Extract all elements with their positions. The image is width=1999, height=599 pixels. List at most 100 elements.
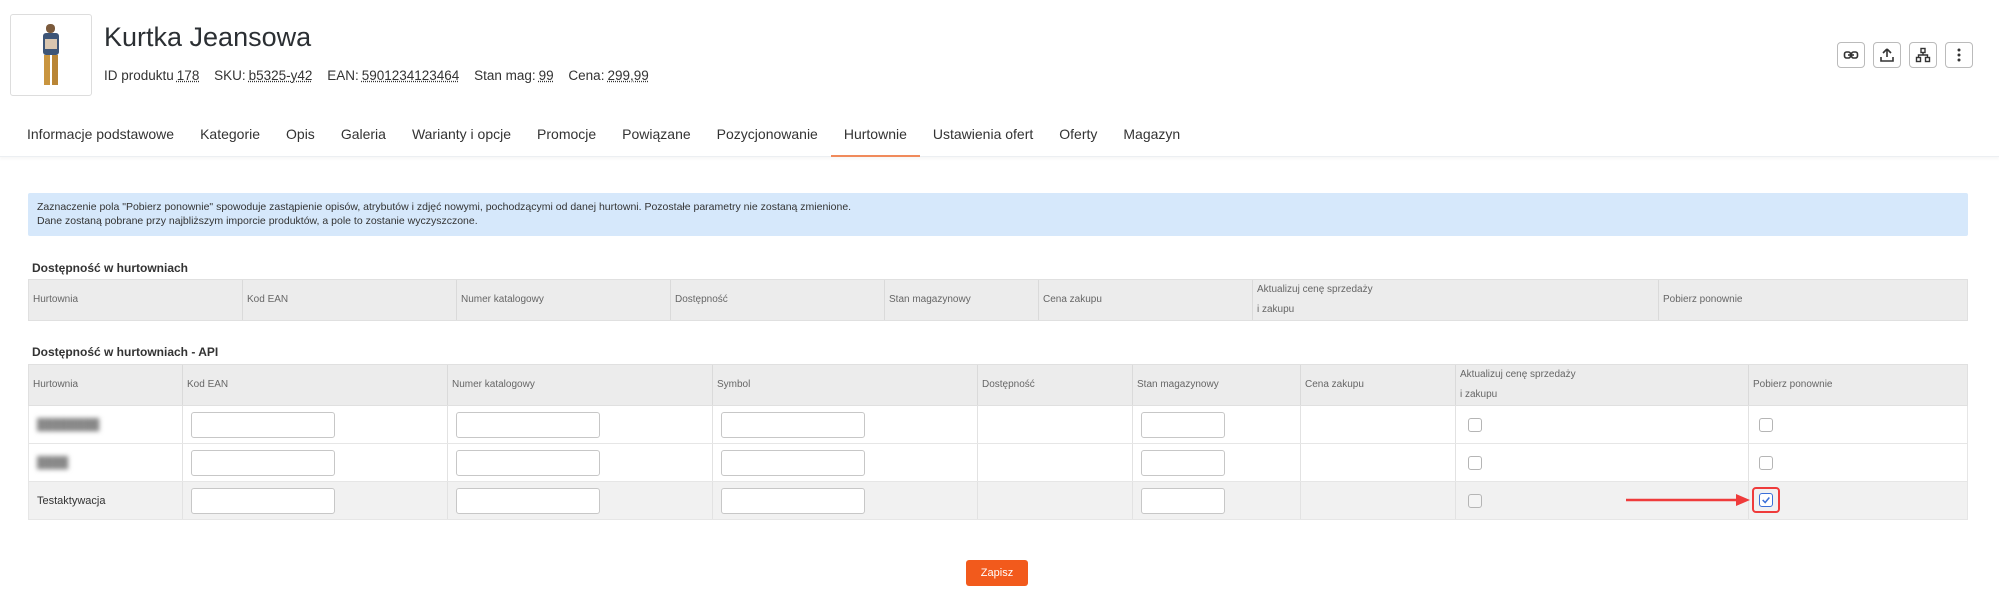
product-meta: ID produktu 178 SKU: b5325-y42 EAN: 5901234… [104, 68, 660, 83]
meta-value-id: 178 [176, 68, 200, 83]
t1-col-pobierz: Pobierz ponownie [1663, 294, 1743, 305]
row-name-redacted: ████ [37, 456, 69, 469]
ean-input[interactable] [191, 487, 335, 514]
row-name-cell: ████████ [29, 406, 183, 443]
symbol-input[interactable] [721, 411, 865, 438]
meta-value-price: 299,99 [607, 68, 649, 83]
update-price-cell [1456, 406, 1749, 443]
t2-col-stan: Stan magazynowy [1133, 365, 1301, 405]
tab-informacje[interactable]: Informacje podstawowe [14, 118, 187, 157]
fetch-again-checkbox[interactable] [1759, 455, 1773, 470]
update-price-checkbox[interactable] [1468, 493, 1482, 508]
tab-hurtownie[interactable]: Hurtownie [830, 118, 920, 157]
product-image [43, 24, 59, 85]
symbol-input[interactable] [721, 487, 865, 514]
purchase-price-cell [1301, 406, 1456, 443]
t1-col-stan: Stan magazynowy [885, 280, 1039, 320]
tab-opis[interactable]: Opis [273, 118, 328, 157]
upload-button[interactable] [1873, 42, 1901, 68]
meta-label-sku: SKU: [214, 68, 246, 83]
meta-value-ean: 5901234123464 [361, 68, 460, 83]
catalog-number-input[interactable] [456, 487, 600, 514]
ean-cell [183, 444, 448, 481]
t1-col-aktualizuj-wrap: Aktualizuj cenę sprzedaży i zakupu [1253, 280, 1659, 320]
link-button[interactable] [1837, 42, 1865, 68]
fetch-again-checkbox-checked[interactable] [1759, 493, 1773, 507]
link-icon [1843, 51, 1859, 59]
tab-promocje[interactable]: Promocje [524, 118, 609, 157]
availability-cell [978, 444, 1133, 481]
update-price-checkbox[interactable] [1468, 455, 1482, 470]
row-name: Testaktywacja [37, 494, 106, 507]
tab-oferty[interactable]: Oferty [1046, 118, 1110, 157]
highlight-box [1752, 487, 1780, 513]
stock-input[interactable] [1141, 449, 1225, 476]
t1-col-dostepnosc: Dostępność [671, 280, 885, 320]
check-icon [1762, 497, 1770, 504]
fetch-again-cell [1749, 482, 1969, 519]
tab-ustawienia-ofert[interactable]: Ustawienia ofert [920, 118, 1046, 157]
stock-cell [1133, 482, 1301, 519]
update-price-checkbox[interactable] [1468, 417, 1482, 432]
meta-label-stock: Stan mag: [474, 68, 536, 83]
sitemap-icon [1915, 47, 1931, 63]
symbol-cell [713, 406, 978, 443]
availability-cell [978, 406, 1133, 443]
info-line-1: Zaznaczenie pola "Pobierz ponownie" spow… [37, 201, 852, 213]
header-actions [1837, 42, 1973, 68]
fetch-again-cell [1749, 406, 1969, 443]
catalog-cell [448, 406, 713, 443]
table2-header: Hurtownia Kod EAN Numer katalogowy Symbo… [28, 364, 1968, 406]
tab-bar: Informacje podstawowe Kategorie Opis Gal… [0, 118, 1999, 157]
t2-col-pobierz: Pobierz ponownie [1753, 379, 1833, 390]
meta-value-stock: 99 [538, 68, 554, 83]
t1-col-cena: Cena zakupu [1039, 280, 1253, 320]
symbol-input[interactable] [721, 449, 865, 476]
tab-pozycjonowanie[interactable]: Pozycjonowanie [704, 118, 831, 157]
table1-header: Hurtownia Kod EAN Numer katalogowy Dostę… [28, 279, 1968, 321]
tab-kategorie[interactable]: Kategorie [187, 118, 273, 157]
t2-col-ean: Kod EAN [183, 365, 448, 405]
catalog-cell [448, 444, 713, 481]
availability-cell [978, 482, 1133, 519]
ean-cell [183, 482, 448, 519]
t2-col-katalog: Numer katalogowy [448, 365, 713, 405]
tab-warianty[interactable]: Warianty i opcje [399, 118, 524, 157]
table-row: ████████ [28, 406, 1968, 444]
tab-powiazane[interactable]: Powiązane [609, 118, 704, 157]
more-vertical-icon [1957, 48, 1961, 62]
info-line-2: Dane zostaną pobrane przy najbliższym im… [37, 215, 478, 227]
stock-input[interactable] [1141, 411, 1225, 438]
ean-cell [183, 406, 448, 443]
more-button[interactable] [1945, 42, 1973, 68]
table1-title: Dostępność w hurtowniach [28, 255, 1968, 282]
product-title: Kurtka Jeansowa [104, 22, 312, 52]
stock-input[interactable] [1141, 487, 1225, 514]
t2-col-aktualizuj-wrap: Aktualizuj cenę sprzedaży i zakupu [1456, 365, 1749, 405]
tab-galeria[interactable]: Galeria [328, 118, 399, 157]
purchase-price-cell [1301, 444, 1456, 481]
fetch-again-checkbox[interactable] [1759, 417, 1773, 432]
row-name-cell: ████ [29, 444, 183, 481]
fetch-again-cell [1749, 444, 1969, 481]
catalog-number-input[interactable] [456, 449, 600, 476]
table2-title: Dostępność w hurtowniach - API [28, 339, 1968, 366]
save-button[interactable]: Zapisz [966, 560, 1028, 586]
info-box: Zaznaczenie pola "Pobierz ponownie" spow… [28, 193, 1968, 236]
ean-input[interactable] [191, 411, 335, 438]
row-name-redacted: ████████ [37, 418, 100, 431]
t1-col-aktualizuj: Aktualizuj cenę sprzedaży i zakupu [1257, 284, 1373, 315]
catalog-cell [448, 482, 713, 519]
meta-label-ean: EAN: [327, 68, 359, 83]
sitemap-button[interactable] [1909, 42, 1937, 68]
t1-col-ean: Kod EAN [243, 280, 457, 320]
t2-col-cena: Cena zakupu [1301, 365, 1456, 405]
purchase-price-cell [1301, 482, 1456, 519]
product-thumbnail[interactable] [10, 14, 92, 96]
upload-icon [1880, 48, 1894, 62]
stock-cell [1133, 406, 1301, 443]
catalog-number-input[interactable] [456, 411, 600, 438]
ean-input[interactable] [191, 449, 335, 476]
table-row: ████ [28, 444, 1968, 482]
tab-magazyn[interactable]: Magazyn [1110, 118, 1193, 157]
